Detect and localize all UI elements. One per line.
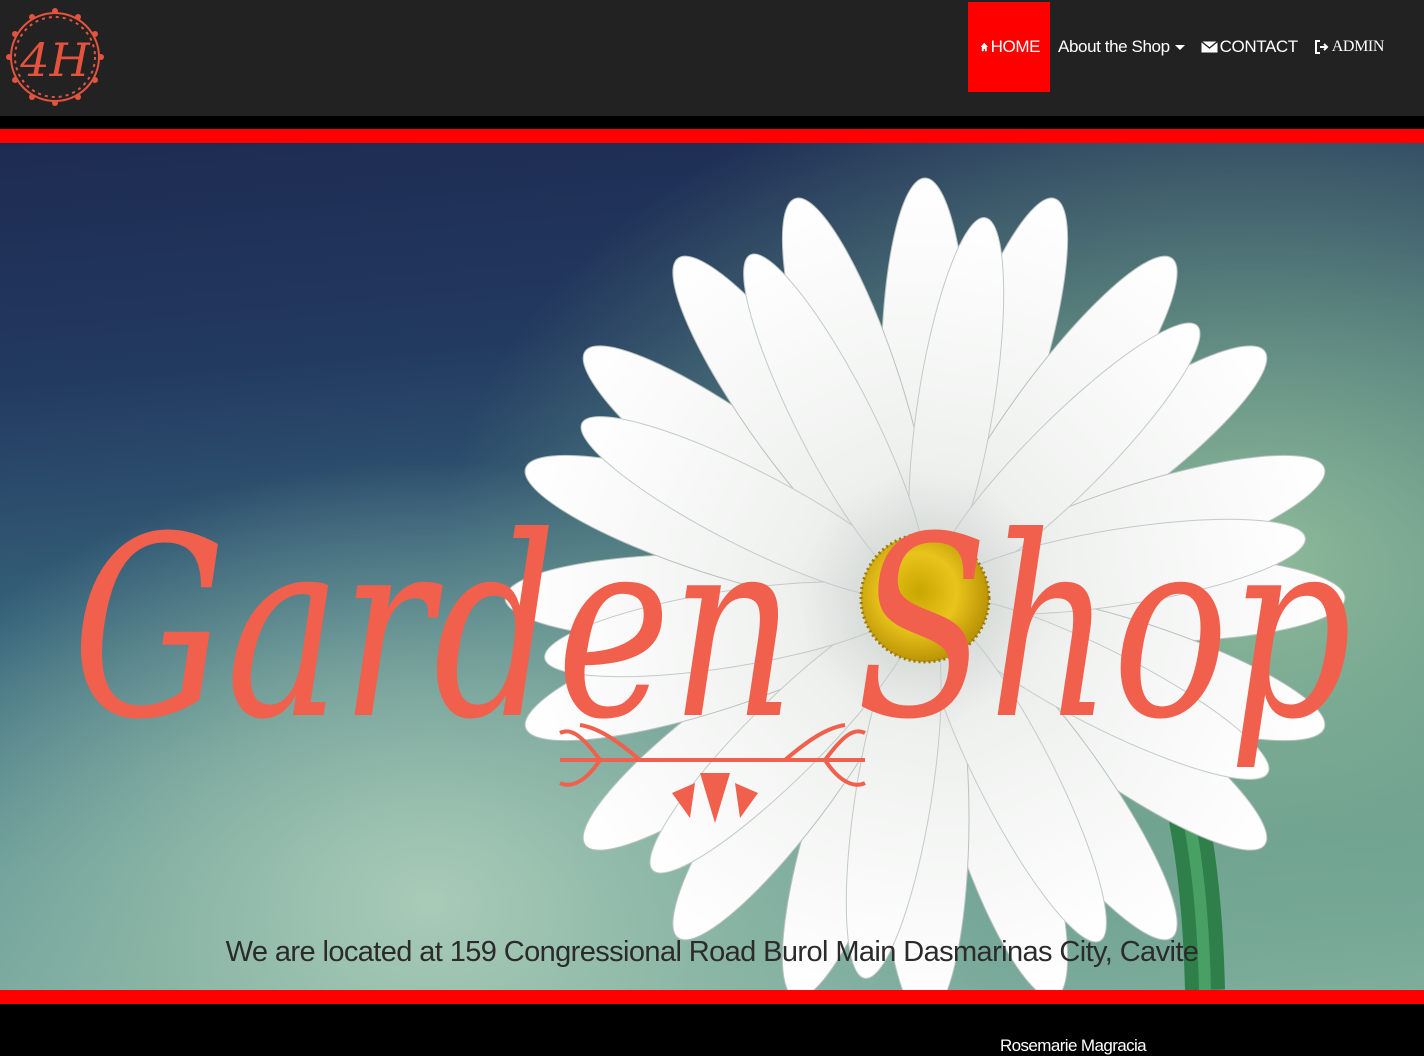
envelope-icon [1200,40,1218,53]
logo[interactable]: 4H [2,2,108,112]
nav-contact[interactable]: CONTACT [1193,2,1306,92]
nav-about-dropdown[interactable]: About the Shop [1050,2,1193,92]
nav-about-label: About the Shop [1058,37,1170,56]
navbar: 4H HOME About the Shop CONTACT ADMIN [0,0,1424,116]
login-icon [1314,40,1329,54]
nav-admin-label: ADMIN [1331,38,1385,55]
footer-author-name: Rosemarie Magracia [1000,1036,1147,1055]
hero-title: Garden Shop [72,483,1352,774]
nav-home[interactable]: HOME [968,2,1051,92]
nav-home-label: HOME [990,37,1041,56]
garden-shop-title: Garden Shop [72,483,1352,823]
nav-admin[interactable]: ADMIN [1306,2,1392,92]
location-tagline: We are located at 159 Congressional Road… [225,936,1199,968]
caret-down-icon [1174,44,1185,50]
main-nav: HOME About the Shop CONTACT ADMIN [968,2,1392,92]
bottom-red-divider [0,990,1424,1004]
nav-contact-label: CONTACT [1219,37,1299,56]
top-red-divider [0,129,1424,143]
wreath-logo-icon: 4H [6,8,104,106]
logo-text: 4H [19,33,90,87]
home-icon [980,42,989,52]
hero-banner: Garden Shop [0,143,1424,990]
